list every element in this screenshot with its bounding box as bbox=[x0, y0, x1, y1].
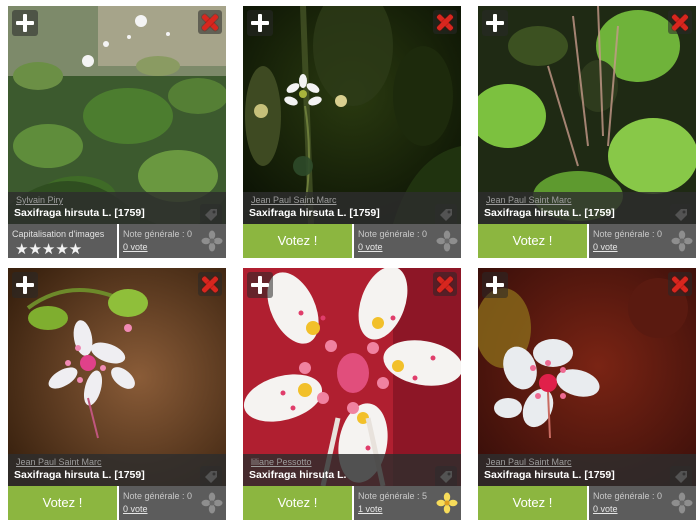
flower-icon bbox=[436, 230, 458, 252]
photo-card: Jean Paul Saint Marc Saxifraga hirsuta L… bbox=[478, 6, 696, 258]
vote-count[interactable]: 0 vote bbox=[593, 242, 618, 252]
score-label: Note générale : 5 bbox=[358, 491, 428, 501]
species-link[interactable]: Saxifraga hirsuta L. bbox=[249, 469, 346, 481]
vote-count[interactable]: 0 vote bbox=[123, 504, 148, 514]
photo-caption: Jean Paul Saint Marc Saxifraga hirsuta L… bbox=[8, 454, 226, 486]
add-icon[interactable] bbox=[482, 272, 508, 298]
card-footer: Votez ! Note générale : 0 0 vote bbox=[8, 486, 226, 520]
photo-caption: Sylvain Piry Saxifraga hirsuta L. [1759] bbox=[8, 192, 226, 224]
photo-caption: Jean Paul Saint Marc Saxifraga hirsuta L… bbox=[478, 454, 696, 486]
score-panel: Note générale : 0 0 vote bbox=[589, 486, 696, 520]
species-link[interactable]: Saxifraga hirsuta L. [1759] bbox=[249, 207, 380, 219]
close-icon[interactable] bbox=[198, 10, 222, 34]
flower-icon bbox=[671, 492, 693, 514]
add-icon[interactable] bbox=[482, 10, 508, 36]
close-icon[interactable] bbox=[433, 272, 457, 296]
flower-icon bbox=[436, 492, 458, 514]
add-icon[interactable] bbox=[247, 10, 273, 36]
card-footer: Votez ! Note générale : 0 0 vote bbox=[478, 486, 696, 520]
capitalisation-panel: Capitalisation d'images ★★★★★ bbox=[8, 224, 117, 258]
score-panel: Note générale : 0 0 vote bbox=[354, 224, 461, 258]
flower-icon bbox=[201, 492, 223, 514]
add-icon[interactable] bbox=[12, 272, 38, 298]
photo-card: Jean Paul Saint Marc Saxifraga hirsuta L… bbox=[8, 268, 226, 520]
close-icon[interactable] bbox=[668, 10, 692, 34]
close-icon[interactable] bbox=[433, 10, 457, 34]
author-link[interactable]: Sylvain Piry bbox=[16, 195, 63, 205]
photo-card: Jean Paul Saint Marc Saxifraga hirsuta L… bbox=[478, 268, 696, 520]
card-footer: Capitalisation d'images ★★★★★ Note génér… bbox=[8, 224, 226, 258]
flower-icon bbox=[201, 230, 223, 252]
score-label: Note générale : 0 bbox=[358, 229, 428, 239]
vote-count[interactable]: 1 vote bbox=[358, 504, 383, 514]
vote-count[interactable]: 0 vote bbox=[358, 242, 383, 252]
card-footer: Votez ! Note générale : 5 1 vote bbox=[243, 486, 461, 520]
score-panel: Note générale : 0 0 vote bbox=[589, 224, 696, 258]
photo-caption: Jean Paul Saint Marc Saxifraga hirsuta L… bbox=[478, 192, 696, 224]
species-link[interactable]: Saxifraga hirsuta L. [1759] bbox=[484, 207, 615, 219]
photo-caption: Jean Paul Saint Marc Saxifraga hirsuta L… bbox=[243, 192, 461, 224]
vote-button[interactable]: Votez ! bbox=[478, 486, 587, 520]
vote-button[interactable]: Votez ! bbox=[243, 486, 352, 520]
capitalisation-label: Capitalisation d'images bbox=[12, 229, 105, 239]
vote-button[interactable]: Votez ! bbox=[478, 224, 587, 258]
close-icon[interactable] bbox=[668, 272, 692, 296]
author-link[interactable]: Jean Paul Saint Marc bbox=[251, 195, 337, 205]
star-rating: ★★★★★ bbox=[15, 241, 83, 258]
author-link[interactable]: Jean Paul Saint Marc bbox=[486, 195, 572, 205]
add-icon[interactable] bbox=[12, 10, 38, 36]
score-label: Note générale : 0 bbox=[593, 229, 663, 239]
species-link[interactable]: Saxifraga hirsuta L. [1759] bbox=[484, 469, 615, 481]
species-link[interactable]: Saxifraga hirsuta L. [1759] bbox=[14, 469, 145, 481]
vote-button[interactable]: Votez ! bbox=[243, 224, 352, 258]
score-label: Note générale : 0 bbox=[123, 229, 193, 239]
photo-caption: liliane Pessotto Saxifraga hirsuta L. bbox=[243, 454, 461, 486]
author-link[interactable]: liliane Pessotto bbox=[251, 457, 312, 467]
score-panel: Note générale : 0 0 vote bbox=[119, 224, 226, 258]
vote-count[interactable]: 0 vote bbox=[593, 504, 618, 514]
species-link[interactable]: Saxifraga hirsuta L. [1759] bbox=[14, 207, 145, 219]
author-link[interactable]: Jean Paul Saint Marc bbox=[16, 457, 102, 467]
photo-card: Sylvain Piry Saxifraga hirsuta L. [1759]… bbox=[8, 6, 226, 258]
score-panel: Note générale : 0 0 vote bbox=[119, 486, 226, 520]
photo-card: liliane Pessotto Saxifraga hirsuta L. Vo… bbox=[243, 268, 461, 520]
score-panel: Note générale : 5 1 vote bbox=[354, 486, 461, 520]
author-link[interactable]: Jean Paul Saint Marc bbox=[486, 457, 572, 467]
card-footer: Votez ! Note générale : 0 0 vote bbox=[478, 224, 696, 258]
photo-card: Jean Paul Saint Marc Saxifraga hirsuta L… bbox=[243, 6, 461, 258]
add-icon[interactable] bbox=[247, 272, 273, 298]
card-footer: Votez ! Note générale : 0 0 vote bbox=[243, 224, 461, 258]
vote-count[interactable]: 0 vote bbox=[123, 242, 148, 252]
score-label: Note générale : 0 bbox=[123, 491, 193, 501]
score-label: Note générale : 0 bbox=[593, 491, 663, 501]
flower-icon bbox=[671, 230, 693, 252]
close-icon[interactable] bbox=[198, 272, 222, 296]
vote-button[interactable]: Votez ! bbox=[8, 486, 117, 520]
